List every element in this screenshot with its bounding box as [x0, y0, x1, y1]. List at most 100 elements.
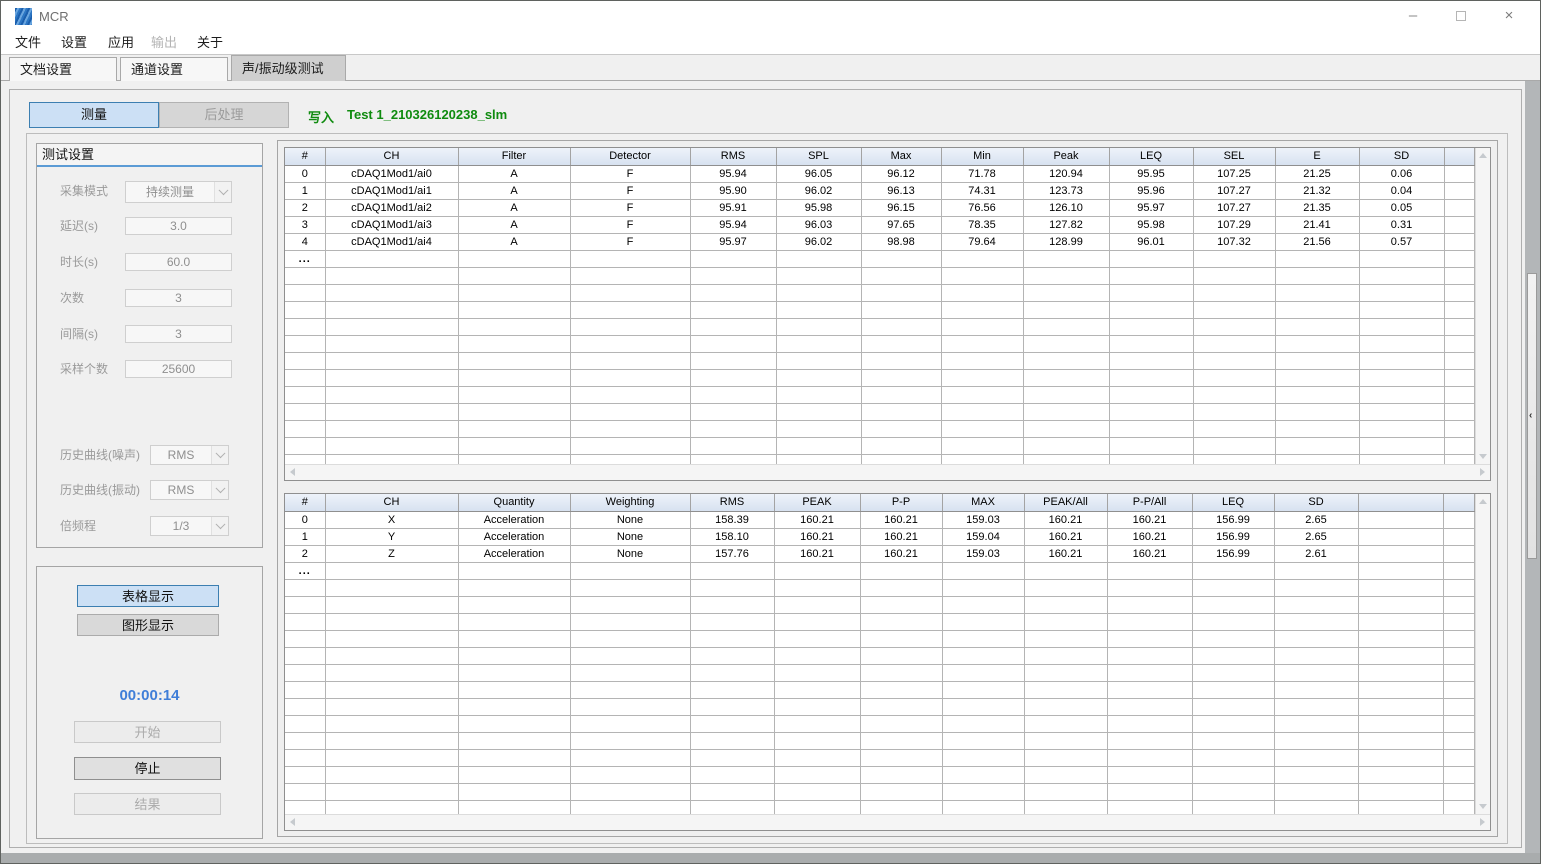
cell[interactable]: cDAQ1Mod1/ai1 [325, 182, 458, 199]
cell[interactable]: 160.21 [774, 528, 860, 545]
graph-display-button[interactable]: 图形显示 [77, 614, 219, 636]
cell[interactable]: 95.94 [690, 216, 776, 233]
minimize-button[interactable]: – [1390, 1, 1436, 31]
cell[interactable] [1358, 528, 1443, 545]
cell[interactable]: F [570, 199, 690, 216]
cell[interactable]: 157.76 [690, 545, 774, 562]
cell[interactable]: 2.61 [1274, 545, 1358, 562]
cell[interactable]: 156.99 [1192, 528, 1274, 545]
cell[interactable]: Acceleration [458, 528, 570, 545]
cell[interactable]: 95.98 [776, 199, 861, 216]
cell[interactable]: 0.57 [1359, 233, 1444, 250]
cell[interactable]: 126.10 [1023, 199, 1109, 216]
cell[interactable]: Z [325, 545, 458, 562]
cell[interactable]: 128.99 [1023, 233, 1109, 250]
menu-item-about[interactable]: 关于 [191, 31, 229, 55]
cell[interactable]: 3 [285, 216, 325, 233]
times-input[interactable]: 3 [125, 289, 232, 307]
cell[interactable] [1358, 545, 1443, 562]
cell[interactable]: None [570, 545, 690, 562]
sample-count-input[interactable]: 25600 [125, 360, 232, 378]
dropdown-button[interactable] [211, 517, 228, 535]
cell[interactable]: 0.06 [1359, 165, 1444, 182]
close-button[interactable]: × [1486, 1, 1532, 31]
horizontal-scrollbar[interactable] [285, 464, 1490, 480]
cell[interactable]: 0.04 [1359, 182, 1444, 199]
tab-sound-vibration-test[interactable]: 声/振动级测试 [231, 55, 346, 81]
cell[interactable]: 0.31 [1359, 216, 1444, 233]
scroll-up-icon[interactable] [1479, 153, 1487, 158]
cell[interactable]: X [325, 511, 458, 528]
vertical-scrollbar[interactable] [1475, 494, 1490, 814]
cell[interactable]: 107.29 [1193, 216, 1275, 233]
panel-collapse-handle[interactable]: ‹ [1527, 273, 1537, 559]
cell[interactable]: None [570, 528, 690, 545]
octave-select[interactable]: 1/3 [150, 516, 229, 536]
history-curve-vibration-select[interactable]: RMS [150, 480, 229, 500]
tab-channel-settings[interactable]: 通道设置 [120, 57, 228, 81]
interval-input[interactable]: 3 [125, 325, 232, 343]
table-row[interactable]: 0XAccelerationNone158.39160.21160.21159.… [285, 511, 1475, 528]
cell[interactable]: 2 [285, 545, 325, 562]
cell[interactable]: 160.21 [1107, 545, 1192, 562]
cell[interactable]: 79.64 [941, 233, 1023, 250]
maximize-button[interactable] [1438, 1, 1484, 31]
cell[interactable]: 95.90 [690, 182, 776, 199]
cell[interactable] [1444, 216, 1475, 233]
cell[interactable]: 0 [285, 511, 325, 528]
cell[interactable]: A [458, 182, 570, 199]
table-row[interactable]: 0cDAQ1Mod1/ai0AF95.9496.0596.1271.78120.… [285, 165, 1475, 182]
menu-item-apply[interactable]: 应用 [102, 31, 140, 55]
cell[interactable] [1443, 511, 1475, 528]
cell[interactable]: A [458, 216, 570, 233]
cell[interactable]: 160.21 [860, 545, 942, 562]
scroll-left-icon[interactable] [290, 468, 295, 476]
cell[interactable]: 127.82 [1023, 216, 1109, 233]
cell[interactable]: 21.25 [1275, 165, 1359, 182]
capture-mode-select[interactable]: 持续测量 [125, 181, 232, 203]
scroll-right-icon[interactable] [1480, 818, 1485, 826]
cell[interactable]: 95.91 [690, 199, 776, 216]
scroll-down-icon[interactable] [1479, 804, 1487, 809]
cell[interactable]: 160.21 [860, 528, 942, 545]
cell[interactable]: 1 [285, 182, 325, 199]
cell[interactable]: 120.94 [1023, 165, 1109, 182]
dropdown-button[interactable] [211, 481, 228, 499]
cell[interactable]: 95.97 [690, 233, 776, 250]
cell[interactable]: 160.21 [774, 511, 860, 528]
start-button[interactable]: 开始 [74, 721, 221, 743]
cell[interactable]: Acceleration [458, 545, 570, 562]
dropdown-button[interactable] [211, 446, 228, 464]
cell[interactable]: 107.32 [1193, 233, 1275, 250]
table-row[interactable]: 1cDAQ1Mod1/ai1AF95.9096.0296.1374.31123.… [285, 182, 1475, 199]
cell[interactable]: 2.65 [1274, 528, 1358, 545]
cell[interactable]: 76.56 [941, 199, 1023, 216]
cell[interactable]: 156.99 [1192, 545, 1274, 562]
cell[interactable] [1444, 182, 1475, 199]
cell[interactable]: 95.98 [1109, 216, 1193, 233]
cell[interactable] [1443, 545, 1475, 562]
cell[interactable]: 74.31 [941, 182, 1023, 199]
cell[interactable]: A [458, 199, 570, 216]
cell[interactable]: 96.01 [1109, 233, 1193, 250]
post-process-mode-button[interactable]: 后处理 [159, 102, 289, 128]
cell[interactable]: 4 [285, 233, 325, 250]
cell[interactable]: cDAQ1Mod1/ai3 [325, 216, 458, 233]
cell[interactable]: 95.96 [1109, 182, 1193, 199]
cell[interactable]: 96.05 [776, 165, 861, 182]
cell[interactable]: A [458, 165, 570, 182]
cell[interactable]: 78.35 [941, 216, 1023, 233]
cell[interactable]: 159.03 [942, 511, 1024, 528]
cell[interactable]: 96.03 [776, 216, 861, 233]
cell[interactable]: 1 [285, 528, 325, 545]
cell[interactable]: 160.21 [1024, 545, 1107, 562]
dropdown-button[interactable] [214, 182, 231, 202]
cell[interactable]: 96.02 [776, 233, 861, 250]
cell[interactable]: 0 [285, 165, 325, 182]
cell[interactable]: 160.21 [1024, 511, 1107, 528]
cell[interactable]: 123.73 [1023, 182, 1109, 199]
scroll-left-icon[interactable] [290, 818, 295, 826]
cell[interactable]: cDAQ1Mod1/ai4 [325, 233, 458, 250]
cell[interactable]: F [570, 233, 690, 250]
cell[interactable]: 160.21 [860, 511, 942, 528]
